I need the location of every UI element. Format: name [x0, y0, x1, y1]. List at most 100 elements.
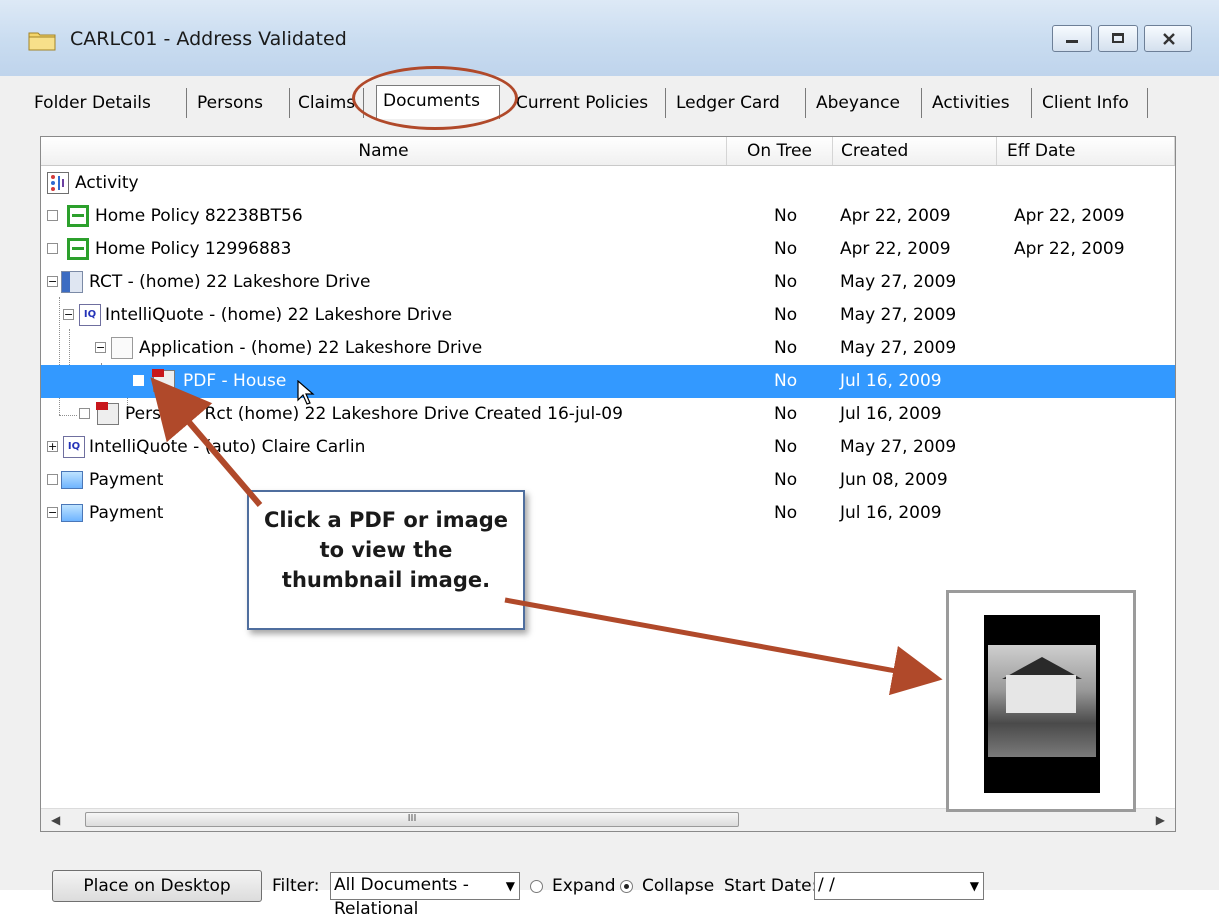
table-row[interactable]: Pers ed - Rct (home) 22 Lakeshore Drive … — [41, 398, 1175, 431]
row-on-tree: No — [774, 239, 798, 259]
row-created: May 27, 2009 — [840, 437, 957, 457]
table-row[interactable]: Payment No Jun 08, 2009 — [41, 464, 1175, 497]
minimize-button[interactable] — [1052, 25, 1092, 52]
row-name: Payment — [89, 503, 164, 523]
filter-label: Filter: — [272, 876, 320, 896]
payment-icon — [61, 504, 83, 522]
row-on-tree: No — [774, 437, 798, 457]
tab-label: Claims — [298, 93, 356, 113]
row-name: Home Policy 82238BT56 — [95, 206, 303, 226]
window-title: CARLC01 - Address Validated — [70, 28, 347, 50]
row-name: Home Policy 12996883 — [95, 239, 292, 259]
row-on-tree: No — [774, 503, 798, 523]
row-eff-date: Apr 22, 2009 — [1014, 206, 1125, 226]
maximize-button[interactable] — [1098, 25, 1138, 52]
expand-label: Expand — [552, 876, 616, 896]
table-row[interactable]: Home Policy 12996883 No Apr 22, 2009 Apr… — [41, 233, 1175, 266]
column-header-on-tree[interactable]: On Tree — [727, 137, 833, 165]
expand-toggle[interactable]: + — [47, 441, 58, 452]
collapse-toggle[interactable]: − — [95, 342, 106, 353]
title-bar: CARLC01 - Address Validated — [0, 0, 1219, 76]
instruction-callout: Click a PDF or image to view the thumbna… — [247, 490, 525, 630]
tab-claims[interactable]: Claims — [292, 88, 364, 118]
tab-persons[interactable]: Persons — [191, 88, 290, 118]
tab-strip: Folder Details Persons Claims Documents … — [0, 76, 1219, 126]
row-checkbox[interactable] — [133, 375, 144, 386]
policy-icon — [67, 238, 89, 260]
table-row[interactable]: − IQ IntelliQuote - (home) 22 Lakeshore … — [41, 299, 1175, 332]
row-name: Payment — [89, 470, 164, 490]
maximize-icon — [1112, 33, 1124, 43]
expand-radio[interactable] — [530, 880, 543, 893]
tab-label: Documents — [383, 91, 480, 111]
tab-abeyance[interactable]: Abeyance — [810, 88, 922, 118]
row-eff-date: Apr 22, 2009 — [1014, 239, 1125, 259]
collapse-toggle[interactable]: − — [47, 507, 58, 518]
chevron-down-icon: ▼ — [969, 879, 979, 893]
row-created: Jul 16, 2009 — [840, 503, 942, 523]
thumbnail-image — [984, 615, 1100, 793]
row-name: IntelliQuote - (home) 22 Lakeshore Drive — [105, 305, 453, 325]
row-checkbox[interactable] — [47, 210, 58, 221]
tab-activities[interactable]: Activities — [926, 88, 1032, 118]
filter-select[interactable]: All Documents - Relational ▼ — [330, 872, 520, 919]
activity-icon — [47, 172, 69, 194]
row-checkbox[interactable] — [47, 474, 58, 485]
column-header-eff-date[interactable]: Eff Date — [997, 137, 1175, 165]
collapse-label: Collapse — [642, 876, 715, 896]
column-headers: Name On Tree Created Eff Date — [41, 137, 1175, 166]
bottom-toolbar: Place on Desktop Filter: All Documents -… — [0, 836, 1219, 919]
scroll-left-icon[interactable]: ◀ — [51, 813, 60, 827]
tab-documents[interactable]: Documents — [376, 85, 500, 119]
row-created: Apr 22, 2009 — [840, 239, 951, 259]
row-checkbox[interactable] — [79, 408, 90, 419]
tab-folder-details[interactable]: Folder Details — [28, 88, 187, 118]
intelliquote-icon: IQ — [63, 436, 85, 458]
tab-label: Persons — [197, 93, 263, 113]
collapse-toggle[interactable]: − — [63, 309, 74, 320]
tab-label: Ledger Card — [676, 93, 780, 113]
row-created: Jun 08, 2009 — [840, 470, 948, 490]
row-on-tree: No — [774, 272, 798, 292]
policy-icon — [67, 205, 89, 227]
folder-icon — [28, 32, 56, 51]
filter-value: All Documents - Relational — [334, 875, 469, 919]
column-header-name[interactable]: Name — [41, 137, 727, 165]
row-on-tree: No — [774, 371, 798, 391]
document-window: CARLC01 - Address Validated Folder Detai… — [0, 0, 1219, 919]
table-row[interactable]: − RCT - (home) 22 Lakeshore Drive No May… — [41, 266, 1175, 299]
mouse-cursor-icon — [297, 380, 315, 405]
tab-label: Abeyance — [816, 93, 900, 113]
table-row[interactable]: − Application - (home) 22 Lakeshore Driv… — [41, 332, 1175, 365]
start-date-label: Start Date: — [724, 876, 818, 896]
close-button[interactable] — [1144, 25, 1192, 52]
pdf-icon — [96, 402, 119, 425]
collapse-toggle[interactable]: − — [47, 276, 58, 287]
start-date-value: / / — [818, 875, 835, 895]
row-checkbox[interactable] — [47, 243, 58, 254]
table-row[interactable]: + IQ IntelliQuote - (auto) Claire Carlin… — [41, 431, 1175, 464]
row-created: Jul 16, 2009 — [840, 371, 942, 391]
callout-line: to view the — [319, 538, 453, 562]
house-photo-icon — [988, 645, 1096, 757]
collapse-radio[interactable] — [620, 880, 633, 893]
table-row-selected[interactable]: PDF - House No Jul 16, 2009 — [41, 365, 1175, 398]
place-on-desktop-button[interactable]: Place on Desktop — [52, 870, 262, 902]
scrollbar-thumb[interactable]: III — [85, 812, 739, 827]
application-icon — [111, 337, 133, 359]
chevron-down-icon: ▼ — [505, 879, 515, 893]
thumbnail-preview — [946, 590, 1136, 812]
tab-current-policies[interactable]: Current Policies — [510, 88, 666, 118]
row-created: May 27, 2009 — [840, 305, 957, 325]
table-row[interactable]: Activity — [41, 167, 1175, 200]
callout-line: thumbnail image. — [281, 568, 491, 592]
table-row[interactable]: − Payment No Jul 16, 2009 — [41, 497, 1175, 530]
row-name: PDF - House — [183, 371, 287, 391]
tab-client-info[interactable]: Client Info — [1036, 88, 1148, 118]
table-row[interactable]: Home Policy 82238BT56 No Apr 22, 2009 Ap… — [41, 200, 1175, 233]
column-header-created[interactable]: Created — [833, 137, 997, 165]
tab-ledger-card[interactable]: Ledger Card — [670, 88, 806, 118]
scroll-right-icon[interactable]: ▶ — [1156, 813, 1165, 827]
payment-icon — [61, 471, 83, 489]
start-date-input[interactable]: / / ▼ — [814, 872, 984, 900]
